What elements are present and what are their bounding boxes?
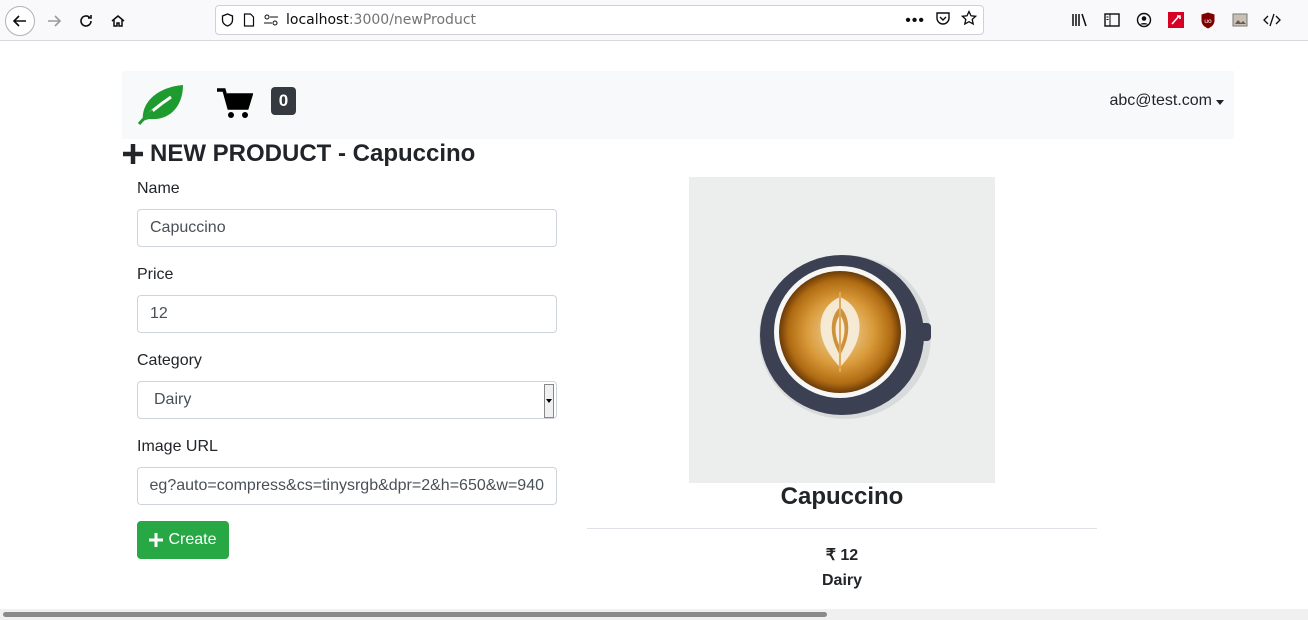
preview-product-price: ₹ 12	[825, 547, 859, 564]
permissions-icon[interactable]	[260, 14, 282, 26]
product-preview-image	[689, 177, 995, 483]
bookmark-star-icon[interactable]	[960, 9, 978, 31]
svg-text:uo: uo	[1204, 18, 1212, 25]
cart-icon[interactable]	[217, 88, 254, 125]
name-label: Name	[137, 180, 180, 197]
pocket-icon[interactable]	[935, 10, 951, 31]
category-select[interactable]: Dairy	[137, 381, 557, 419]
reload-icon[interactable]	[71, 6, 101, 36]
select-arrow-icon[interactable]	[544, 384, 554, 418]
price-label: Price	[137, 266, 174, 283]
preview-product-name: Capuccino	[780, 483, 904, 510]
more-actions-icon[interactable]: •••	[905, 12, 925, 30]
page-title: NEW PRODUCT - Capuccino	[122, 140, 475, 168]
plus-icon	[123, 144, 143, 164]
browser-toolbar: localhost:3000/newProduct ••• uo	[0, 0, 1308, 41]
plus-icon	[149, 533, 164, 547]
extension-image-icon[interactable]	[1230, 10, 1250, 30]
page-icon	[238, 13, 260, 27]
preview-product-category: Dairy	[821, 572, 863, 589]
create-button-label: Create	[168, 531, 217, 548]
category-selected-value: Dairy	[154, 391, 192, 408]
name-input[interactable]: Capuccino	[137, 209, 557, 247]
preview-divider	[587, 528, 1097, 529]
price-input[interactable]: 12	[137, 295, 557, 333]
library-icon[interactable]	[1070, 10, 1090, 30]
extension-red-icon[interactable]	[1166, 10, 1186, 30]
leaf-logo-icon[interactable]	[137, 83, 185, 130]
app-navbar: 0 abc@test.com	[122, 71, 1234, 139]
image-url-label: Image URL	[137, 438, 218, 455]
category-label: Category	[137, 352, 202, 369]
scrollbar-thumb[interactable]	[3, 612, 827, 617]
account-icon[interactable]	[1134, 10, 1154, 30]
url-text[interactable]: localhost:3000/newProduct	[286, 12, 476, 28]
sidebar-icon[interactable]	[1102, 10, 1122, 30]
back-icon[interactable]	[5, 6, 35, 36]
user-menu-dropdown[interactable]: abc@test.com	[1109, 92, 1224, 110]
shield-icon[interactable]	[216, 13, 238, 27]
user-email: abc@test.com	[1109, 92, 1213, 109]
home-icon[interactable]	[103, 6, 133, 36]
page-title-text: NEW PRODUCT - Capuccino	[150, 140, 476, 167]
forward-icon[interactable]	[39, 6, 69, 36]
ublock-icon[interactable]: uo	[1198, 10, 1218, 30]
caret-down-icon	[1216, 99, 1224, 105]
cart-count-badge: 0	[271, 87, 296, 115]
image-url-input[interactable]: eg?auto=compress&cs=tinysrgb&dpr=2&h=650…	[137, 467, 557, 505]
horizontal-scrollbar[interactable]	[0, 609, 1308, 620]
create-button[interactable]: Create	[137, 521, 229, 559]
address-bar[interactable]: localhost:3000/newProduct •••	[215, 5, 984, 35]
devtools-icon[interactable]	[1262, 10, 1282, 30]
